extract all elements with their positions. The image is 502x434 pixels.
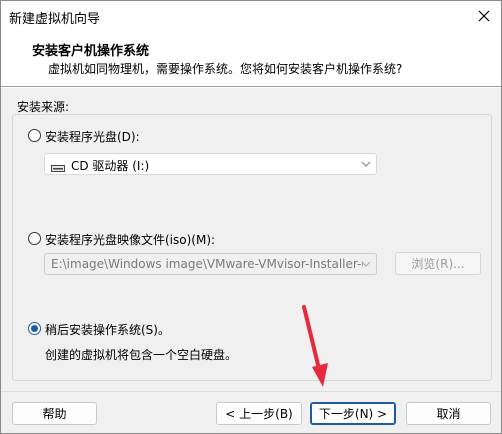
browse-button[interactable]: 浏览(R)... bbox=[395, 252, 481, 275]
help-button[interactable]: 帮助 bbox=[12, 402, 97, 425]
iso-path-value: E:\image\Windows image\VMware-VMvisor-In… bbox=[51, 257, 363, 271]
radio-disc-label[interactable]: 安装程序光盘(D): bbox=[45, 128, 140, 145]
window-title: 新建虚拟机向导 bbox=[9, 12, 101, 27]
radio-iso[interactable] bbox=[28, 232, 41, 245]
disc-drive-select[interactable]: CD 驱动器 (I:) bbox=[44, 153, 377, 175]
iso-path-input[interactable]: E:\image\Windows image\VMware-VMvisor-In… bbox=[44, 253, 377, 275]
page-subtitle: 虚拟机如同物理机，需要操作系统。您将如何安装客户机操作系统? bbox=[48, 62, 403, 76]
chevron-down-icon bbox=[361, 157, 371, 174]
disc-drive-value: CD 驱动器 (I:) bbox=[71, 159, 150, 173]
wizard-header: 安装客户机操作系统 虚拟机如同物理机，需要操作系统。您将如何安装客户机操作系统? bbox=[1, 32, 501, 86]
back-button[interactable]: < 上一步(B) bbox=[216, 402, 302, 425]
later-description: 创建的虚拟机将包含一个空白硬盘。 bbox=[45, 348, 238, 362]
close-button[interactable] bbox=[473, 5, 495, 27]
wizard-window: 新建虚拟机向导 安装客户机操作系统 虚拟机如同物理机，需要操作系统。您将如何安装… bbox=[0, 0, 502, 434]
annotation-arrow-icon bbox=[302, 305, 328, 387]
radio-later[interactable] bbox=[28, 322, 41, 335]
header-divider bbox=[1, 86, 501, 88]
footer-divider bbox=[1, 391, 501, 392]
title-bar: 新建虚拟机向导 bbox=[1, 1, 501, 32]
cancel-button[interactable]: 取消 bbox=[406, 402, 491, 425]
install-source-label: 安装来源: bbox=[17, 100, 70, 114]
page-title: 安装客户机操作系统 bbox=[32, 44, 150, 59]
radio-disc[interactable] bbox=[28, 129, 41, 142]
disc-drive-icon bbox=[51, 161, 65, 175]
next-button[interactable]: 下一步(N) > bbox=[310, 402, 396, 425]
chevron-down-icon bbox=[361, 257, 371, 274]
close-icon bbox=[478, 10, 490, 22]
radio-later-label[interactable]: 稍后安装操作系统(S)。 bbox=[45, 321, 170, 338]
radio-iso-label[interactable]: 安装程序光盘映像文件(iso)(M): bbox=[45, 231, 215, 248]
